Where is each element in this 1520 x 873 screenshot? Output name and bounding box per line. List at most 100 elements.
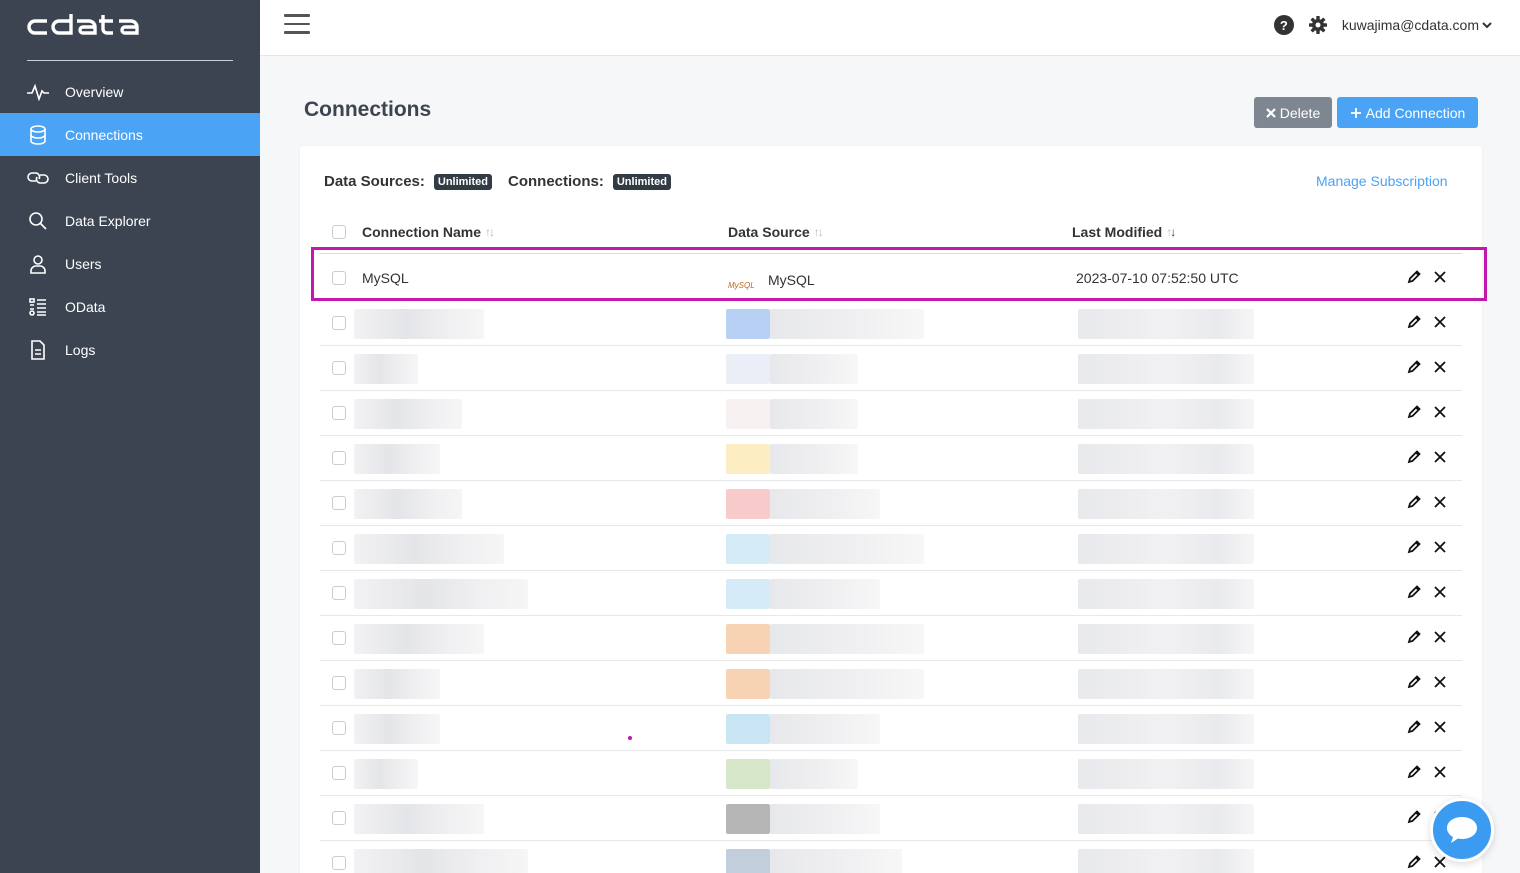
delete-row-icon[interactable] [1432, 448, 1448, 466]
cdata-logo[interactable] [27, 12, 233, 61]
sidebar: Overview Connections Client Tools Data E… [0, 0, 260, 873]
table-row[interactable] [320, 751, 1462, 796]
table-row[interactable] [320, 526, 1462, 571]
row-checkbox[interactable] [332, 586, 346, 600]
gear-icon[interactable] [1308, 15, 1328, 35]
row-checkbox[interactable] [332, 496, 346, 510]
table-row[interactable] [320, 301, 1462, 346]
column-header-data-source[interactable]: Data Source ↑↓ [728, 224, 824, 240]
add-connection-button[interactable]: Add Connection [1337, 97, 1478, 128]
sidebar-item-data-explorer[interactable]: Data Explorer [0, 199, 260, 242]
edit-icon[interactable] [1406, 493, 1422, 511]
table-row[interactable] [320, 571, 1462, 616]
row-checkbox[interactable] [332, 406, 346, 420]
select-all-checkbox[interactable] [332, 225, 346, 239]
redacted-source-logo [726, 714, 770, 744]
connections-label: Connections: [508, 173, 604, 190]
edit-icon[interactable] [1406, 763, 1422, 781]
sidebar-item-client-tools[interactable]: Client Tools [0, 156, 260, 199]
row-checkbox[interactable] [332, 766, 346, 780]
redacted-modified [1078, 624, 1254, 654]
redacted-name [354, 579, 528, 609]
sidebar-item-odata[interactable]: OData [0, 285, 260, 328]
top-bar: ? kuwajima@cdata.com [260, 0, 1520, 56]
edit-icon[interactable] [1406, 448, 1422, 466]
sidebar-item-connections[interactable]: Connections [0, 113, 260, 156]
edit-icon[interactable] [1406, 808, 1422, 826]
edit-icon[interactable] [1406, 718, 1422, 736]
edit-icon[interactable] [1406, 313, 1422, 331]
redacted-source-name [770, 759, 858, 789]
edit-icon[interactable] [1406, 358, 1422, 376]
delete-button[interactable]: Delete [1254, 97, 1332, 128]
redacted-modified [1078, 534, 1254, 564]
table-row[interactable]: MySQL MySQL MySQL 2023-07-10 07:52:50 UT… [320, 256, 1462, 301]
row-checkbox[interactable] [332, 541, 346, 555]
sidebar-item-users[interactable]: Users [0, 242, 260, 285]
plus-icon [1350, 107, 1361, 118]
edit-icon[interactable] [1406, 853, 1422, 871]
row-checkbox[interactable] [332, 631, 346, 645]
redacted-source-logo [726, 804, 770, 834]
delete-row-icon[interactable] [1432, 358, 1448, 376]
table-row[interactable] [320, 661, 1462, 706]
row-checkbox[interactable] [332, 811, 346, 825]
redacted-name [354, 714, 440, 744]
redacted-source-name [770, 309, 924, 339]
row-checkbox[interactable] [332, 361, 346, 375]
cdata-logo-icon [27, 14, 139, 35]
sidebar-item-logs[interactable]: Logs [0, 328, 260, 371]
table-row[interactable] [320, 346, 1462, 391]
edit-icon[interactable] [1406, 403, 1422, 421]
redacted-source-logo [726, 624, 770, 654]
row-actions [1406, 358, 1448, 376]
table-row[interactable] [320, 391, 1462, 436]
delete-row-icon[interactable] [1432, 718, 1448, 736]
manage-subscription-link[interactable]: Manage Subscription [1316, 173, 1448, 189]
table-row[interactable] [320, 481, 1462, 526]
edit-icon[interactable] [1406, 583, 1422, 601]
row-checkbox[interactable] [332, 721, 346, 735]
redacted-source-logo [726, 849, 770, 873]
table-row[interactable] [320, 841, 1462, 873]
delete-row-icon[interactable] [1432, 673, 1448, 691]
edit-icon[interactable] [1406, 673, 1422, 691]
delete-row-icon[interactable] [1432, 268, 1448, 286]
delete-row-icon[interactable] [1432, 403, 1448, 421]
column-header-connection-name[interactable]: Connection Name ↑↓ [362, 224, 495, 240]
sidebar-item-label: Data Explorer [65, 212, 151, 229]
help-icon[interactable]: ? [1273, 15, 1294, 35]
annotation-dot [628, 736, 632, 740]
row-checkbox[interactable] [332, 676, 346, 690]
chat-button[interactable] [1430, 798, 1494, 862]
link-icon [27, 167, 49, 189]
sidebar-item-overview[interactable]: Overview [0, 70, 260, 113]
column-header-last-modified[interactable]: Last Modified ↑↓ [1072, 224, 1176, 240]
user-menu[interactable]: kuwajima@cdata.com [1342, 17, 1492, 33]
edit-icon[interactable] [1406, 538, 1422, 556]
delete-row-icon[interactable] [1432, 313, 1448, 331]
delete-row-icon[interactable] [1432, 628, 1448, 646]
edit-icon[interactable] [1406, 628, 1422, 646]
row-checkbox[interactable] [332, 316, 346, 330]
row-checkbox[interactable] [332, 856, 346, 870]
table-row[interactable] [320, 436, 1462, 481]
table-row[interactable] [320, 706, 1462, 751]
delete-row-icon[interactable] [1432, 538, 1448, 556]
delete-row-icon[interactable] [1432, 493, 1448, 511]
table-row[interactable] [320, 796, 1462, 841]
sidebar-item-label: Overview [65, 83, 124, 100]
menu-icon[interactable] [284, 14, 310, 36]
redacted-modified [1078, 444, 1254, 474]
delete-row-icon[interactable] [1432, 583, 1448, 601]
edit-icon[interactable] [1406, 268, 1422, 286]
sidebar-item-label: OData [65, 298, 106, 315]
row-checkbox[interactable] [332, 271, 346, 285]
table-row[interactable] [320, 616, 1462, 661]
row-checkbox[interactable] [332, 451, 346, 465]
connection-name[interactable]: MySQL [362, 270, 409, 286]
redacted-modified [1078, 669, 1254, 699]
row-actions [1406, 718, 1448, 736]
delete-row-icon[interactable] [1432, 763, 1448, 781]
redacted-source-logo [726, 444, 770, 474]
